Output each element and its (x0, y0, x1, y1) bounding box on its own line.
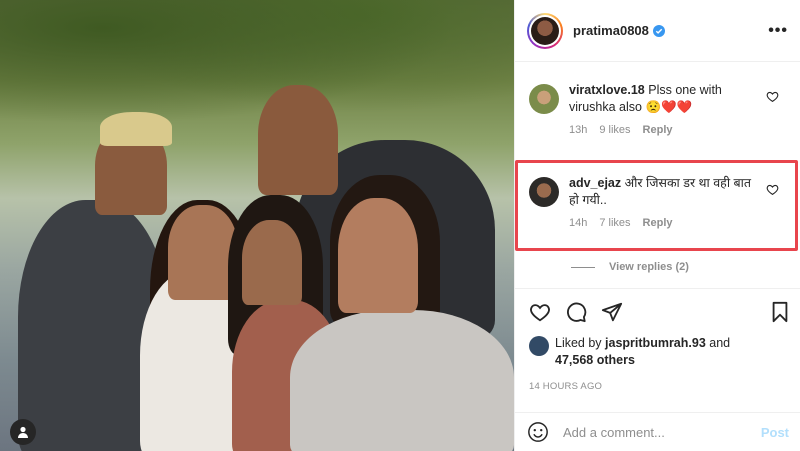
emoji-icon[interactable] (527, 421, 549, 443)
more-dots-icon[interactable]: ••• (768, 22, 788, 40)
comment-item: viratxlove.18 Plss one with virushka als… (515, 82, 800, 136)
comment-avatar[interactable] (529, 84, 559, 114)
post-header: pratima0808 ••• (515, 0, 800, 62)
highlight-box (515, 160, 798, 251)
likes-others-link[interactable]: 47,568 others (555, 353, 635, 367)
post-photo[interactable] (0, 0, 514, 451)
liked-by-joiner: and (709, 336, 731, 350)
save-button[interactable] (769, 301, 791, 328)
tagged-users-button[interactable] (10, 419, 36, 445)
verified-badge-icon (652, 24, 665, 37)
comment-input[interactable]: Add a comment... (563, 425, 665, 440)
photo-person-head (338, 198, 418, 313)
photo-person-cap (100, 112, 172, 146)
comment-emojis: 😟❤️❤️ (645, 100, 693, 114)
liked-by-prefix: Liked by (555, 336, 602, 350)
heart-icon[interactable] (766, 90, 779, 103)
divider-line (571, 266, 595, 268)
comment-username[interactable]: viratxlove.18 (569, 83, 645, 97)
view-replies-button[interactable]: View replies (2) (571, 261, 689, 273)
action-buttons (529, 301, 623, 323)
save-icon (772, 301, 788, 323)
liked-by-text: Liked by jaspritbumrah.93 and 47,568 oth… (555, 335, 730, 369)
author-username[interactable]: pratima0808 (573, 23, 649, 38)
user-icon (18, 426, 28, 438)
liked-by: Liked by jaspritbumrah.93 and 47,568 oth… (529, 335, 730, 369)
comment-icon[interactable] (565, 301, 587, 323)
post-comment-button[interactable]: Post (761, 425, 789, 440)
photo-trees (0, 0, 514, 140)
view-replies-label: View replies (2) (609, 261, 689, 273)
comment-time[interactable]: 13h (569, 124, 587, 136)
photo-person (290, 310, 514, 451)
heart-icon[interactable] (529, 301, 551, 323)
photo-person-head (258, 85, 338, 195)
share-icon[interactable] (601, 301, 623, 323)
add-comment-bar: Add a comment... Post (515, 412, 800, 451)
author-avatar[interactable] (527, 12, 563, 49)
comment-likes[interactable]: 9 likes (599, 124, 630, 136)
liker-avatar[interactable] (529, 336, 549, 356)
photo-person-head (242, 220, 302, 305)
comment-text: viratxlove.18 Plss one with virushka als… (569, 82, 763, 116)
reply-button[interactable]: Reply (643, 124, 673, 136)
comment-meta: 13h 9 likes Reply (569, 124, 789, 136)
post-timestamp[interactable]: 14 HOURS AGO (529, 381, 602, 392)
liker-username[interactable]: jaspritbumrah.93 (605, 336, 706, 350)
